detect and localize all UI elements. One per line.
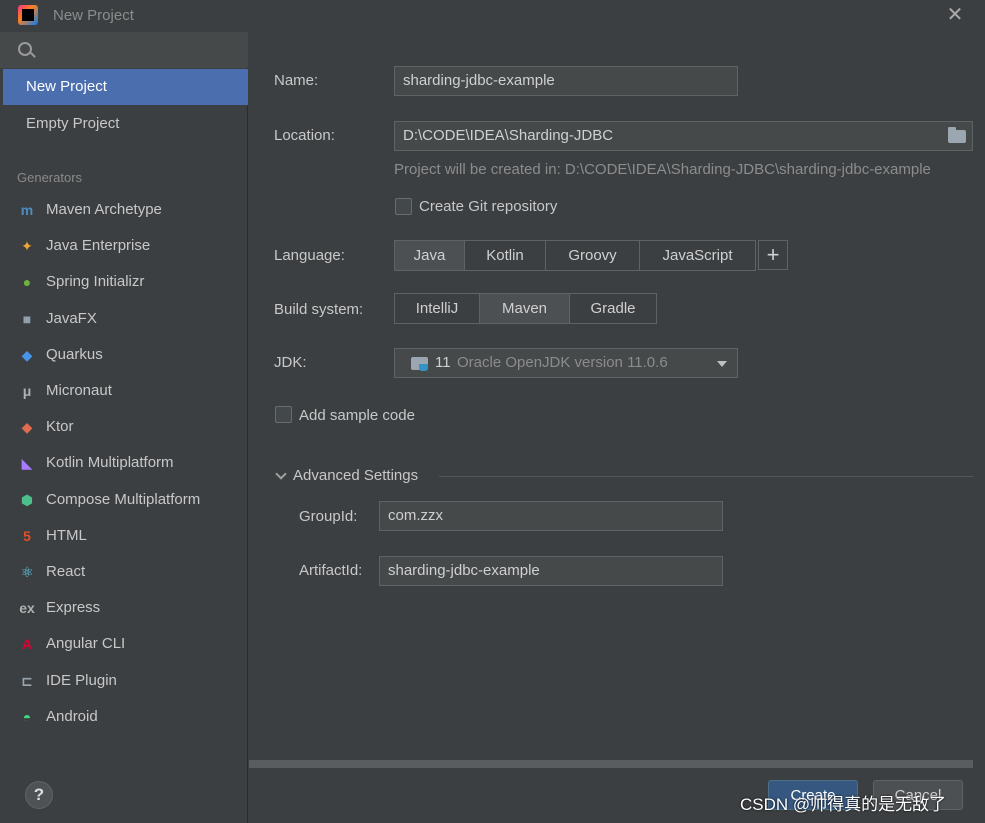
sample-code-label[interactable]: Add sample code <box>299 407 415 424</box>
build-option-intellij[interactable]: IntelliJ <box>395 294 480 323</box>
generator-item[interactable]: ◣ Kotlin Multiplatform <box>18 451 246 475</box>
kotlin-icon: ◣ <box>21 455 33 471</box>
sidebar-item-new-project[interactable]: New Project <box>3 69 248 105</box>
generator-item[interactable]: A Angular CLI <box>18 632 246 656</box>
generator-label: Compose Multiplatform <box>46 491 201 508</box>
generator-item[interactable]: ✦ Java Enterprise <box>18 234 246 258</box>
help-button[interactable]: ? <box>25 781 53 809</box>
language-label: Language: <box>274 247 345 264</box>
generator-label: Express <box>46 599 101 616</box>
language-option-java[interactable]: Java <box>395 241 465 270</box>
java-enterprise-icon: ✦ <box>21 238 33 254</box>
build-system-selector: IntelliJ Maven Gradle <box>394 293 657 324</box>
horizontal-scrollbar[interactable] <box>249 760 973 768</box>
build-system-label: Build system: <box>274 301 364 318</box>
jdk-label: JDK: <box>274 354 307 371</box>
add-language-button[interactable]: + <box>758 240 788 270</box>
sidebar-item-empty-project[interactable]: Empty Project <box>3 106 248 142</box>
compose-icon: ⬢ <box>20 492 34 508</box>
plugin-icon: ⊏ <box>21 673 33 689</box>
javafx-icon: ■ <box>22 311 32 327</box>
generator-item[interactable]: ⬢ Compose Multiplatform <box>18 488 246 512</box>
artifact-id-field[interactable]: sharding-jdbc-example <box>379 556 723 586</box>
artifact-id-label: ArtifactId: <box>299 562 363 579</box>
generator-label: React <box>46 563 86 580</box>
generator-label: IDE Plugin <box>46 672 117 689</box>
language-selector: Java Kotlin Groovy JavaScript <box>394 240 756 271</box>
generator-item[interactable]: 5 HTML <box>18 524 246 548</box>
advanced-divider <box>439 476 973 477</box>
generator-label: JavaFX <box>46 310 97 327</box>
micronaut-icon: μ <box>22 383 32 399</box>
generator-item[interactable]: ● Spring Initializr <box>18 270 246 294</box>
csdn-watermark: CSDN @帅得真的是无敌了 <box>740 795 947 814</box>
generator-label: Android <box>46 708 98 725</box>
generator-item[interactable]: ⊏ IDE Plugin <box>18 669 246 693</box>
folder-icon[interactable] <box>948 127 966 143</box>
generator-item[interactable]: ex Express <box>18 596 246 620</box>
quarkus-icon: ◆ <box>21 347 33 363</box>
location-field[interactable]: D:\CODE\IDEA\Sharding-JDBC <box>394 121 973 151</box>
build-option-gradle[interactable]: Gradle <box>570 294 656 323</box>
generator-item[interactable]: ◆ Quarkus <box>18 343 246 367</box>
sidebar: New Project Empty Project Generators m Ma… <box>0 32 248 823</box>
language-option-groovy[interactable]: Groovy <box>546 241 640 270</box>
generator-label: Quarkus <box>46 346 103 363</box>
language-option-javascript[interactable]: JavaScript <box>640 241 755 270</box>
generator-item[interactable]: ◆ Ktor <box>18 415 246 439</box>
generator-label: Kotlin Multiplatform <box>46 454 174 471</box>
android-icon: ◓ <box>22 709 32 725</box>
chevron-down-icon[interactable] <box>275 468 287 480</box>
advanced-settings-toggle[interactable]: Advanced Settings <box>293 467 418 484</box>
generator-item[interactable]: m Maven Archetype <box>18 198 246 222</box>
name-label: Name: <box>274 72 319 89</box>
jdk-version: 11 <box>435 354 451 371</box>
maven-icon: m <box>20 202 34 218</box>
group-id-label: GroupId: <box>299 508 358 525</box>
intellij-logo-icon <box>18 5 38 25</box>
location-label: Location: <box>274 127 335 144</box>
generator-item[interactable]: ◓ Android <box>18 705 246 729</box>
spring-icon: ● <box>22 274 32 290</box>
react-icon: ⚛ <box>20 564 34 580</box>
generator-item[interactable]: ⚛ React <box>18 560 246 584</box>
generator-label: Angular CLI <box>46 635 126 652</box>
generator-label: Java Enterprise <box>46 237 151 254</box>
git-checkbox[interactable] <box>395 198 412 215</box>
sample-code-checkbox[interactable] <box>275 406 292 423</box>
main-panel: Name: sharding-jdbc-example Location: D:… <box>249 32 985 823</box>
ktor-icon: ◆ <box>21 419 33 435</box>
build-option-maven[interactable]: Maven <box>480 294 570 323</box>
search-icon <box>18 42 32 56</box>
jdk-name: Oracle OpenJDK version 11.0.6 <box>457 354 668 371</box>
jdk-dropdown[interactable]: 11 Oracle OpenJDK version 11.0.6 <box>394 348 738 378</box>
express-icon: ex <box>19 600 35 616</box>
generator-item[interactable]: ■ JavaFX <box>18 307 246 331</box>
git-label[interactable]: Create Git repository <box>419 198 557 215</box>
generator-item[interactable]: μ Micronaut <box>18 379 246 403</box>
generator-label: HTML <box>46 527 87 544</box>
generator-label: Micronaut <box>46 382 112 399</box>
angular-icon: A <box>21 636 33 652</box>
close-icon[interactable]: ✕ <box>944 4 966 26</box>
search-input[interactable] <box>0 32 248 68</box>
window-title: New Project <box>53 7 134 24</box>
location-hint: Project will be created in: D:\CODE\IDEA… <box>394 161 931 178</box>
chevron-down-icon <box>717 361 727 367</box>
generator-label: Ktor <box>46 418 74 435</box>
location-value: D:\CODE\IDEA\Sharding-JDBC <box>403 127 614 144</box>
generators-heading: Generators <box>17 170 83 185</box>
html5-icon: 5 <box>23 528 31 544</box>
name-field[interactable]: sharding-jdbc-example <box>394 66 738 96</box>
generator-label: Spring Initializr <box>46 273 145 290</box>
generator-label: Maven Archetype <box>46 201 162 218</box>
jdk-folder-icon <box>411 357 428 371</box>
group-id-field[interactable]: com.zzx <box>379 501 723 531</box>
title-bar: New Project ✕ <box>0 0 985 32</box>
language-option-kotlin[interactable]: Kotlin <box>465 241 546 270</box>
